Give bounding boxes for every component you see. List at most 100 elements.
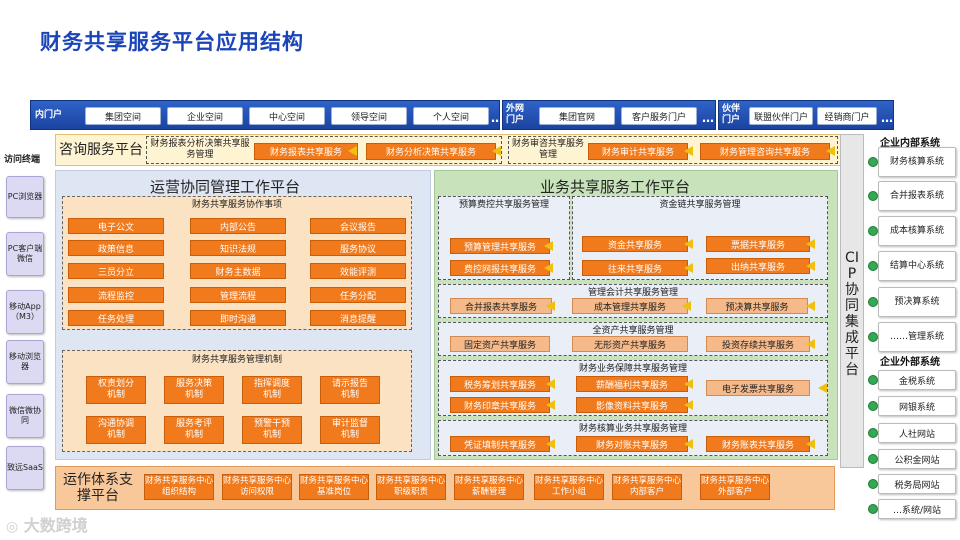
- mechanism-item[interactable]: 服务决策机制: [164, 376, 224, 404]
- collab-item[interactable]: 任务分配: [310, 287, 406, 303]
- service-voucher[interactable]: 凭证填制共享服务: [450, 436, 550, 452]
- service-payroll[interactable]: 薪酬福利共享服务: [576, 376, 688, 392]
- service-financial-report[interactable]: 财务报表共享服务: [254, 143, 358, 160]
- collab-item[interactable]: 三员分立: [68, 263, 164, 279]
- status-dot-icon: [868, 454, 878, 464]
- portal-item-enterprise-space[interactable]: 企业空间: [167, 107, 243, 125]
- support-item[interactable]: 财务共享服务中心外部客户: [700, 474, 770, 500]
- inner-system-item[interactable]: 结算中心系统: [878, 251, 956, 281]
- status-dot-icon: [868, 401, 878, 411]
- support-item[interactable]: 财务共享服务中心组织结构: [144, 474, 214, 500]
- arrow-marker-icon: [492, 146, 501, 156]
- service-investment[interactable]: 投资存续共享服务: [706, 336, 810, 352]
- collab-item[interactable]: 知识法规: [190, 240, 286, 256]
- collab-item[interactable]: 政策信息: [68, 240, 164, 256]
- outer-system-item[interactable]: 税务局网站: [878, 474, 956, 494]
- collab-item[interactable]: 效能评测: [310, 263, 406, 279]
- status-dot-icon: [868, 261, 878, 271]
- service-fixed-asset[interactable]: 固定资产共享服务: [450, 336, 550, 352]
- watermark-text: 大数跨境: [23, 516, 88, 535]
- service-image-archive[interactable]: 影像资料共享服务: [576, 397, 688, 413]
- service-consolidated-report[interactable]: 合并报表共享服务: [450, 298, 552, 314]
- service-current-account[interactable]: 往来共享服务: [582, 260, 688, 276]
- inner-system-item[interactable]: ……管理系统: [878, 322, 956, 352]
- portal-item-alliance-partner[interactable]: 联盟伙伴门户: [749, 107, 813, 125]
- collab-item[interactable]: 内部公告: [190, 218, 286, 234]
- support-platform-title: 运作体系支撑平台: [63, 472, 133, 504]
- service-bill[interactable]: 票据共享服务: [706, 236, 810, 252]
- service-e-invoice[interactable]: 电子发票共享服务: [706, 380, 810, 396]
- status-dot-icon: [868, 504, 878, 514]
- mechanism-item[interactable]: 审计监督机制: [320, 416, 380, 444]
- support-item[interactable]: 财务共享服务中心内部客户: [612, 474, 682, 500]
- inner-system-item[interactable]: 成本核算系统: [878, 216, 956, 246]
- service-tax-planning[interactable]: 税务筹划共享服务: [450, 376, 550, 392]
- portal-item-dealer[interactable]: 经销商门户: [817, 107, 877, 125]
- collab-item[interactable]: 任务处理: [68, 310, 164, 326]
- collab-item[interactable]: 流程监控: [68, 287, 164, 303]
- portal-item-leader-space[interactable]: 领导空间: [331, 107, 407, 125]
- arrow-marker-icon: [682, 301, 691, 311]
- guarantee-panel-title: 财务业务保障共享服务管理: [578, 364, 687, 374]
- arrow-marker-icon: [684, 239, 693, 249]
- mechanism-item[interactable]: 沟通协调机制: [86, 416, 146, 444]
- service-reconciliation[interactable]: 财务对账共享服务: [576, 436, 688, 452]
- portal-item-center-space[interactable]: 中心空间: [249, 107, 325, 125]
- mechanism-item[interactable]: 请示报告机制: [320, 376, 380, 404]
- service-financial-analysis[interactable]: 财务分析决策共享服务: [366, 143, 496, 160]
- collab-item[interactable]: 财务主数据: [190, 263, 286, 279]
- inner-system-item[interactable]: 财务核算系统: [878, 147, 956, 177]
- service-intangible-asset[interactable]: 无形资产共享服务: [572, 336, 688, 352]
- core-panel-title: 财务核算业务共享服务管理: [578, 424, 687, 434]
- terminal-wechat-collab[interactable]: 微信微协同: [6, 394, 44, 438]
- outer-system-item[interactable]: 网银系统: [878, 396, 956, 416]
- service-cashier[interactable]: 出纳共享服务: [706, 258, 810, 274]
- mechanism-item[interactable]: 预警干预机制: [242, 416, 302, 444]
- service-seal[interactable]: 财务印章共享服务: [450, 397, 550, 413]
- outer-portal-ellipsis: …: [702, 111, 714, 125]
- collab-item[interactable]: 消息提醒: [310, 310, 406, 326]
- terminal-mobile-browser[interactable]: 移动浏览器: [6, 340, 44, 384]
- support-item[interactable]: 财务共享服务中心职级职责: [376, 474, 446, 500]
- outer-system-item[interactable]: …系统/网站: [878, 499, 956, 519]
- collab-item[interactable]: 即时沟通: [190, 310, 286, 326]
- portal-item-group-website[interactable]: 集团官网: [539, 107, 615, 125]
- collab-item[interactable]: 电子公文: [68, 218, 164, 234]
- service-mgmt-consult[interactable]: 财务管理咨询共享服务: [700, 143, 830, 160]
- portal-item-customer-service[interactable]: 客户服务门户: [621, 107, 697, 125]
- outer-system-item[interactable]: 人社网站: [878, 423, 956, 443]
- mechanism-item[interactable]: 服务考评机制: [164, 416, 224, 444]
- outer-systems-title: 企业外部系统: [880, 357, 940, 368]
- terminal-pc-client-wechat[interactable]: PC客户端微信: [6, 232, 44, 276]
- outer-system-item[interactable]: 公积金网站: [878, 449, 956, 469]
- watermark-icon: ◎: [6, 519, 19, 535]
- portal-item-group-space[interactable]: 集团空间: [85, 107, 161, 125]
- service-audit[interactable]: 财务审计共享服务: [588, 143, 688, 160]
- arrow-marker-icon: [684, 146, 693, 156]
- collab-item[interactable]: 管理流程: [190, 287, 286, 303]
- support-item[interactable]: 财务共享服务中心工作小组: [534, 474, 604, 500]
- service-account-books[interactable]: 财务账表共享服务: [706, 436, 810, 452]
- support-item[interactable]: 财务共享服务中心基准岗位: [299, 474, 369, 500]
- collab-item[interactable]: 服务协议: [310, 240, 406, 256]
- service-cost-mgmt[interactable]: 成本管理共享服务: [572, 298, 688, 314]
- mechanism-item[interactable]: 指挥调度机制: [242, 376, 302, 404]
- support-item[interactable]: 财务共享服务中心薪酬管理: [454, 474, 524, 500]
- service-budget-mgmt[interactable]: 预算管理共享服务: [450, 238, 550, 254]
- terminal-mobile-app[interactable]: 移动App（M3）: [6, 290, 44, 334]
- arrow-marker-icon: [348, 146, 357, 156]
- support-item[interactable]: 财务共享服务中心访问权限: [222, 474, 292, 500]
- service-fund[interactable]: 资金共享服务: [582, 236, 688, 252]
- service-budget-final[interactable]: 预决算共享服务: [706, 298, 808, 314]
- service-expense-control[interactable]: 费控网报共享服务: [450, 260, 550, 276]
- terminal-pc-browser[interactable]: PC浏览器: [6, 176, 44, 218]
- outer-system-item[interactable]: 金税系统: [878, 370, 956, 390]
- outer-portal-label: 外网门户: [506, 104, 525, 125]
- collab-item[interactable]: 会议报告: [310, 218, 406, 234]
- inner-system-item[interactable]: 合并报表系统: [878, 181, 956, 211]
- status-dot-icon: [868, 226, 878, 236]
- portal-item-personal-space[interactable]: 个人空间: [413, 107, 489, 125]
- mechanism-item[interactable]: 权责划分机制: [86, 376, 146, 404]
- inner-system-item[interactable]: 预决算系统: [878, 287, 956, 317]
- terminal-saas[interactable]: 致远SaaS: [6, 446, 44, 490]
